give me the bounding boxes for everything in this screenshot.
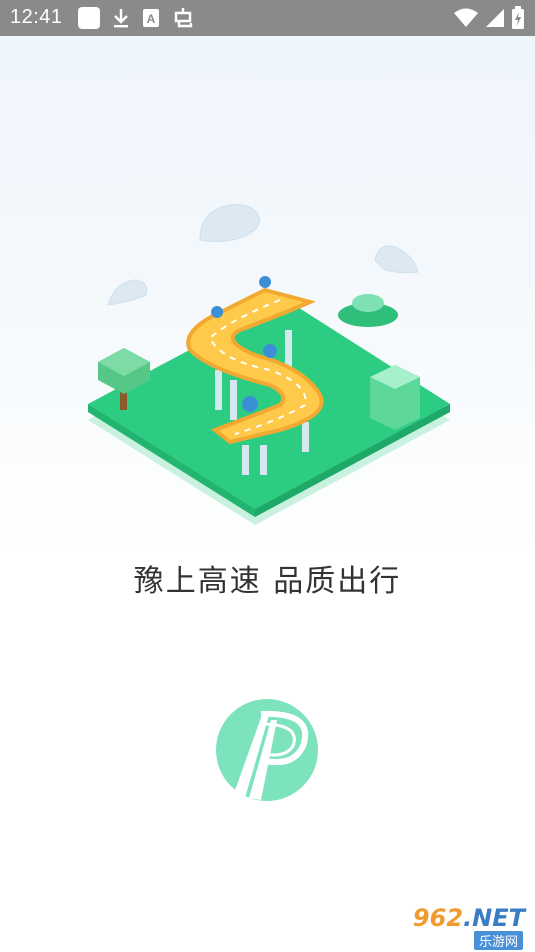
status-bar: 12:41 A <box>0 0 535 36</box>
system-icons <box>453 6 525 30</box>
watermark-suffix: .NET <box>463 904 525 932</box>
watermark-site-name: 乐游网 <box>473 931 523 950</box>
status-time: 12:41 <box>10 6 63 28</box>
wifi-icon <box>454 8 478 27</box>
a-badge-icon: A <box>142 8 160 28</box>
battery-icon <box>512 6 524 29</box>
watermark: 962.NET 乐游网 <box>399 904 529 950</box>
splash-slogan: 豫上高速 品质出行 <box>133 564 402 599</box>
cloud-icon <box>374 245 419 274</box>
svg-text:A: A <box>147 12 156 26</box>
highway-logo-icon <box>216 699 318 801</box>
cloud-icon <box>107 279 148 306</box>
watermark-number: 962 <box>412 904 464 932</box>
download-icon <box>112 7 130 29</box>
bug-icon <box>172 6 194 30</box>
watermark-logo: 962.NET <box>413 904 525 932</box>
notification-icons: A <box>78 6 194 30</box>
signal-icon <box>486 9 504 27</box>
app-square-icon <box>78 7 100 29</box>
cloud-icon <box>199 204 261 243</box>
isometric-highway-illustration <box>88 204 450 525</box>
